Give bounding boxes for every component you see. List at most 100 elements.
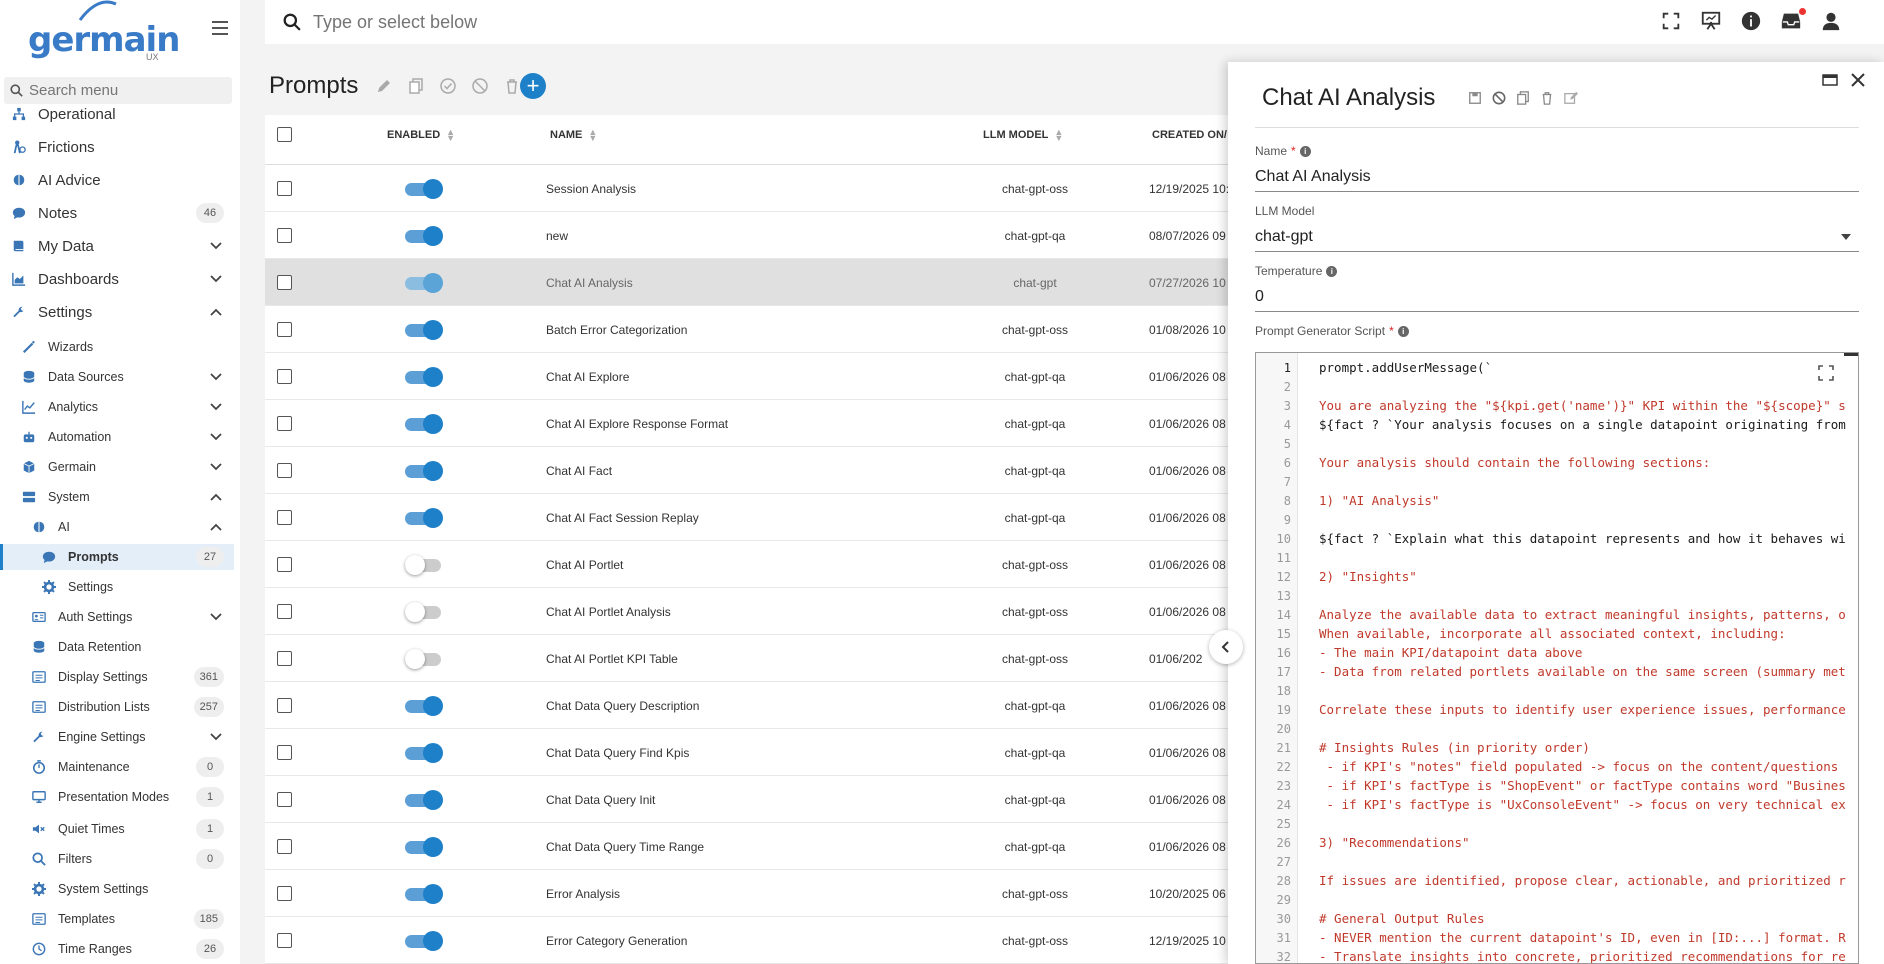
chevron-down-icon[interactable]	[210, 613, 222, 621]
sidebar-item-data-retention[interactable]: Data Retention	[0, 634, 234, 660]
table-row[interactable]: Chat Data Query Description chat-gpt-qa 01…	[265, 682, 1265, 729]
global-search-input[interactable]	[313, 11, 813, 33]
row-checkbox[interactable]	[277, 275, 292, 290]
table-row[interactable]: Chat AI Portlet chat-gpt-oss 01/06/2026 08	[265, 541, 1265, 588]
save-icon[interactable]	[1468, 91, 1484, 107]
table-row[interactable]: Chat AI Explore Response Format chat-gpt-…	[265, 400, 1265, 447]
enabled-toggle[interactable]	[405, 367, 443, 387]
enabled-toggle[interactable]	[405, 884, 443, 904]
sidebar-item-system[interactable]: System	[0, 484, 234, 510]
editor-scrollbar[interactable]	[1844, 353, 1858, 356]
col-created[interactable]: CREATED ON/	[1152, 129, 1227, 141]
table-row[interactable]: Chat AI Analysis chat-gpt 07/27/2026 10	[265, 259, 1265, 306]
row-checkbox[interactable]	[277, 604, 292, 619]
user-icon[interactable]	[1820, 10, 1844, 34]
table-row[interactable]: Error Analysis chat-gpt-oss 10/20/2025 06	[265, 870, 1265, 917]
germain-logo[interactable]: germain UX	[28, 0, 180, 62]
disable-icon[interactable]	[472, 78, 490, 96]
sidebar-item-quiet-times[interactable]: Quiet Times 1	[0, 816, 234, 842]
temperature-input[interactable]: 0	[1255, 284, 1859, 312]
maximize-icon[interactable]	[1822, 72, 1838, 88]
close-icon[interactable]	[1850, 72, 1866, 88]
inbox-icon[interactable]	[1780, 8, 1806, 34]
collapse-panel-button[interactable]	[1209, 630, 1243, 664]
enabled-toggle[interactable]	[405, 461, 443, 481]
chevron-down-icon[interactable]	[210, 463, 222, 471]
table-row[interactable]: Batch Error Categorization chat-gpt-oss 01…	[265, 306, 1265, 353]
sidebar-item-my-data[interactable]: My Data	[0, 232, 234, 260]
row-checkbox[interactable]	[277, 416, 292, 431]
row-checkbox[interactable]	[277, 698, 292, 713]
info-icon[interactable]: i	[1326, 265, 1338, 277]
sidebar-item-filters[interactable]: Filters 0	[0, 846, 234, 872]
expand-editor-icon[interactable]	[1818, 365, 1836, 383]
edit-icon[interactable]	[1564, 91, 1580, 107]
chevron-down-icon[interactable]	[210, 275, 222, 283]
sidebar-item-maintenance[interactable]: Maintenance 0	[0, 754, 234, 780]
enabled-toggle[interactable]	[405, 273, 443, 293]
row-checkbox[interactable]	[277, 369, 292, 384]
enabled-toggle[interactable]	[405, 837, 443, 857]
chevron-down-icon[interactable]	[210, 373, 222, 381]
enabled-toggle[interactable]	[405, 226, 443, 246]
sidebar-item-dashboards[interactable]: Dashboards	[0, 265, 234, 293]
enabled-toggle[interactable]	[405, 320, 443, 340]
sidebar-item-display-settings[interactable]: Display Settings 361	[0, 664, 234, 690]
chevron-down-icon[interactable]	[210, 433, 222, 441]
add-prompt-button[interactable]: +	[520, 73, 546, 99]
sidebar-item-engine-settings[interactable]: Engine Settings	[0, 724, 234, 750]
row-checkbox[interactable]	[277, 463, 292, 478]
row-checkbox[interactable]	[277, 933, 292, 948]
chevron-down-icon[interactable]	[210, 733, 222, 741]
fullscreen-icon[interactable]	[1660, 10, 1684, 34]
row-checkbox[interactable]	[277, 228, 292, 243]
col-enabled[interactable]: ENABLED ▲ ▼	[387, 128, 455, 143]
search-menu-input[interactable]	[29, 82, 219, 99]
llm-model-select[interactable]: chat-gpt	[1255, 224, 1859, 252]
row-checkbox[interactable]	[277, 651, 292, 666]
row-checkbox[interactable]	[277, 510, 292, 525]
enabled-toggle[interactable]	[405, 696, 443, 716]
sidebar-item-templates[interactable]: Templates 185	[0, 906, 234, 932]
sidebar-item-notes[interactable]: Notes 46	[0, 199, 234, 227]
name-input[interactable]: Chat AI Analysis	[1255, 164, 1859, 192]
chevron-down-icon[interactable]	[210, 242, 222, 250]
table-row[interactable]: Error Category Generation chat-gpt-oss 12/…	[265, 917, 1265, 964]
enabled-toggle[interactable]	[405, 931, 443, 951]
sidebar-item-system-settings[interactable]: System Settings	[0, 876, 234, 902]
enabled-toggle[interactable]	[405, 508, 443, 528]
sidebar-item-presentation-modes[interactable]: Presentation Modes 1	[0, 784, 234, 810]
table-row[interactable]: Chat AI Fact Session Replay chat-gpt-qa 01…	[265, 494, 1265, 541]
chevron-up-icon[interactable]	[210, 308, 222, 316]
col-name[interactable]: NAME ▲ ▼	[550, 128, 597, 143]
hamburger-menu-icon[interactable]	[210, 18, 230, 38]
sidebar-item-data-sources[interactable]: Data Sources	[0, 364, 234, 390]
info-icon[interactable]: i	[1397, 325, 1409, 337]
table-row[interactable]: new chat-gpt-qa 08/07/2026 09	[265, 212, 1265, 259]
enabled-toggle[interactable]	[405, 743, 443, 763]
enabled-toggle[interactable]	[405, 414, 443, 434]
table-row[interactable]: Chat AI Explore chat-gpt-qa 01/06/2026 08	[265, 353, 1265, 400]
sidebar-item-ai[interactable]: AI	[0, 514, 234, 540]
copy-icon[interactable]	[408, 78, 426, 96]
table-row[interactable]: Chat AI Fact chat-gpt-qa 01/06/2026 08	[265, 447, 1265, 494]
sidebar-item-automation[interactable]: Automation	[0, 424, 234, 450]
row-checkbox[interactable]	[277, 839, 292, 854]
row-checkbox[interactable]	[277, 181, 292, 196]
sidebar-item-auth-settings[interactable]: Auth Settings	[0, 604, 234, 630]
sidebar-item-operational[interactable]: Operational	[0, 100, 234, 128]
chevron-up-icon[interactable]	[210, 523, 222, 531]
script-code-editor[interactable]: 1 2 3 4 5 6 7 8 9 10 11 12 13 14 15 16 17 18 19 20 21 22 23 24 2…	[1255, 352, 1859, 964]
disable-icon[interactable]	[1492, 91, 1508, 107]
table-row[interactable]: Chat AI Portlet KPI Table chat-gpt-oss 01/…	[265, 635, 1265, 682]
table-row[interactable]: Chat Data Query Find Kpis chat-gpt-qa 01/0…	[265, 729, 1265, 776]
table-row[interactable]: Chat Data Query Init chat-gpt-qa 01/06/202…	[265, 776, 1265, 823]
table-row[interactable]: Chat AI Portlet Analysis chat-gpt-oss 01/0…	[265, 588, 1265, 635]
info-icon[interactable]	[1740, 10, 1764, 34]
enabled-toggle[interactable]	[405, 555, 443, 575]
sidebar-item-time-ranges[interactable]: Time Ranges 26	[0, 936, 234, 962]
sidebar-item-settings[interactable]: Settings	[0, 574, 234, 600]
sidebar-item-wizards[interactable]: Wizards	[0, 334, 234, 360]
check-circle-icon[interactable]	[440, 78, 458, 96]
edit-icon[interactable]	[376, 78, 394, 96]
